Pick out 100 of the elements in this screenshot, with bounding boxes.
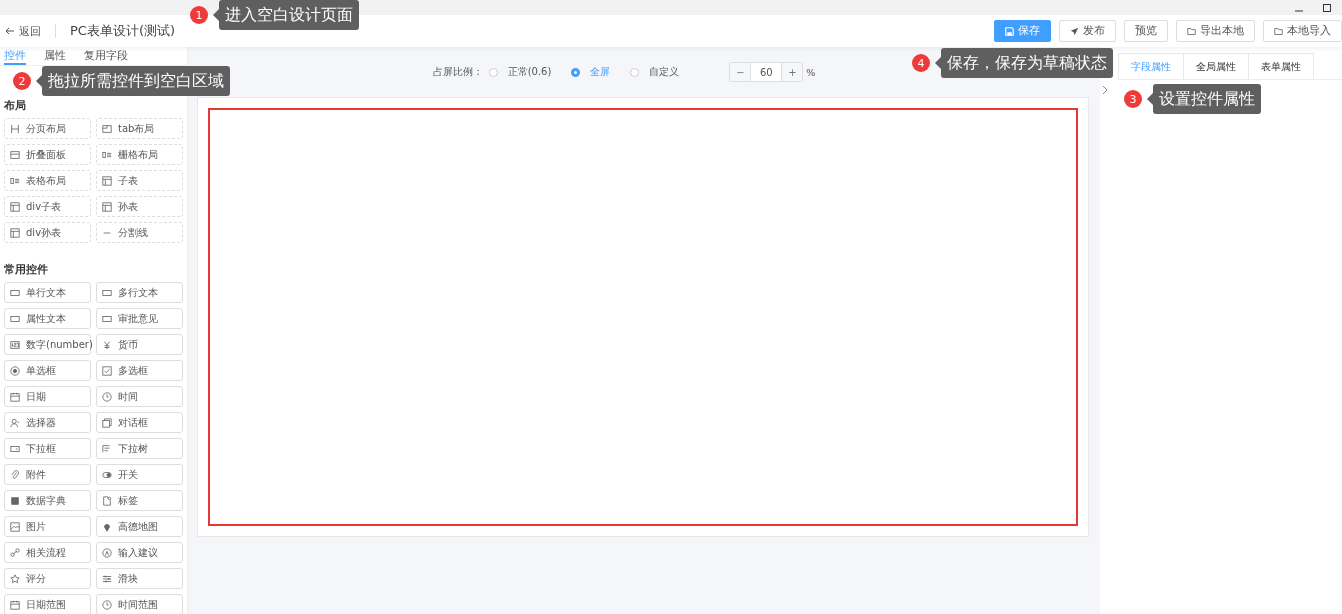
toolbar-button[interactable]: 发布: [1059, 20, 1116, 42]
toolbar-button[interactable]: 预览: [1124, 20, 1168, 42]
control-item[interactable]: 图片: [4, 516, 91, 537]
field-icon: [10, 287, 20, 298]
properties-tab[interactable]: 表单属性: [1248, 53, 1314, 79]
checkbox-icon: [102, 365, 112, 376]
image-icon: [10, 521, 20, 532]
table-icon: [10, 201, 20, 212]
list-icon: [10, 175, 20, 186]
sidebar-tab[interactable]: 属性: [44, 49, 66, 65]
control-item[interactable]: 开关: [96, 464, 183, 485]
callout-bubble: 进入空白设计页面: [219, 0, 359, 30]
control-item[interactable]: 栅格布局: [96, 144, 183, 165]
flow-icon: [10, 547, 20, 558]
tree-icon: [102, 443, 112, 454]
control-item[interactable]: 数据字典: [4, 490, 91, 511]
table-icon: [102, 175, 112, 186]
section-title: 布局: [4, 99, 27, 113]
control-item[interactable]: 分割线: [96, 222, 183, 243]
maximize-icon[interactable]: [1322, 2, 1332, 13]
callout-pointer: [1147, 93, 1153, 105]
control-item[interactable]: 多选框: [96, 360, 183, 381]
control-item[interactable]: 单行文本: [4, 282, 91, 303]
increment-button[interactable]: +: [782, 63, 803, 81]
decrement-button[interactable]: −: [730, 63, 751, 81]
control-item[interactable]: 相关流程: [4, 542, 91, 563]
number-stepper[interactable]: − 60 +: [729, 62, 804, 82]
field-icon: [10, 313, 20, 324]
radio-icon: [10, 365, 20, 376]
clock-icon: [102, 391, 112, 402]
callout-pointer: [935, 57, 941, 69]
radio-label[interactable]: 正常(0.6): [507, 65, 552, 79]
control-item[interactable]: 评分: [4, 568, 91, 589]
number-field[interactable]: 60: [750, 63, 783, 81]
back-arrow-icon: [5, 26, 15, 36]
callout-pointer: [36, 75, 42, 87]
radio-button[interactable]: [630, 67, 640, 77]
star-icon: [10, 573, 20, 584]
control-item[interactable]: 属性文本: [4, 308, 91, 329]
toolbar-button[interactable]: 导出本地: [1176, 20, 1255, 42]
chevron-right-icon[interactable]: [1100, 85, 1110, 95]
callout-pointer: [213, 9, 219, 21]
control-item[interactable]: div孙表: [4, 222, 91, 243]
callout-bubble: 设置控件属性: [1153, 84, 1261, 114]
control-item[interactable]: 标签: [96, 490, 183, 511]
control-item[interactable]: 滑块: [96, 568, 183, 589]
control-item[interactable]: 审批意见: [96, 308, 183, 329]
control-item[interactable]: div子表: [4, 196, 91, 217]
control-item[interactable]: 下拉树: [96, 438, 183, 459]
save-icon: [1005, 26, 1014, 36]
control-item[interactable]: 高德地图: [96, 516, 183, 537]
control-item[interactable]: 数字(number): [4, 334, 91, 355]
control-item[interactable]: 折叠面板: [4, 144, 91, 165]
folder-icon: [1274, 26, 1283, 36]
control-item[interactable]: 对话框: [96, 412, 183, 433]
control-item[interactable]: 选择器: [4, 412, 91, 433]
person-icon: [10, 417, 20, 428]
circle-icon: [102, 547, 112, 558]
control-item[interactable]: 下拉框: [4, 438, 91, 459]
radio-button[interactable]: [571, 67, 581, 77]
control-item[interactable]: 孙表: [96, 196, 183, 217]
control-item[interactable]: 单选框: [4, 360, 91, 381]
control-item[interactable]: 时间: [96, 386, 183, 407]
callout-bubble: 保存，保存为草稿状态: [941, 48, 1113, 78]
paperclip-icon: [10, 469, 20, 480]
control-item[interactable]: 子表: [96, 170, 183, 191]
ratio-label: 占屏比例：: [432, 65, 483, 79]
control-item[interactable]: 附件: [4, 464, 91, 485]
pin-icon: [102, 521, 112, 532]
list-icon: [102, 149, 112, 160]
page-title: PC表单设计(测试): [70, 22, 176, 40]
back-button[interactable]: 返回: [5, 23, 41, 39]
callout-bubble: 拖拉所需控件到空白区域: [42, 66, 230, 96]
field-icon: [102, 313, 112, 324]
radio-button[interactable]: [488, 67, 498, 77]
panel-icon: [10, 149, 20, 160]
currency-icon: [102, 339, 112, 350]
control-item[interactable]: 表格布局: [4, 170, 91, 191]
control-item[interactable]: 日期范围: [4, 594, 91, 614]
toolbar-button[interactable]: 本地导入: [1263, 20, 1342, 42]
control-item[interactable]: 分页布局: [4, 118, 91, 139]
tab-icon: [102, 123, 112, 134]
radio-label[interactable]: 自定义: [649, 65, 680, 79]
unit-label: %: [806, 66, 816, 78]
calendar-icon: [10, 599, 20, 610]
field-icon: [102, 287, 112, 298]
slider-icon: [102, 573, 112, 584]
control-item[interactable]: 时间范围: [96, 594, 183, 614]
sidebar-tab[interactable]: 复用字段: [84, 49, 128, 65]
control-item[interactable]: 多行文本: [96, 282, 183, 303]
control-item[interactable]: 输入建议: [96, 542, 183, 563]
number-icon: [10, 339, 20, 350]
window-icon: [102, 417, 112, 428]
folder-icon: [1187, 26, 1196, 36]
step-number: 2: [13, 72, 31, 90]
table-icon: [10, 227, 20, 238]
control-item[interactable]: tab布局: [96, 118, 183, 139]
control-item[interactable]: 日期: [4, 386, 91, 407]
toggle-icon: [102, 469, 112, 480]
control-item[interactable]: 货币: [96, 334, 183, 355]
